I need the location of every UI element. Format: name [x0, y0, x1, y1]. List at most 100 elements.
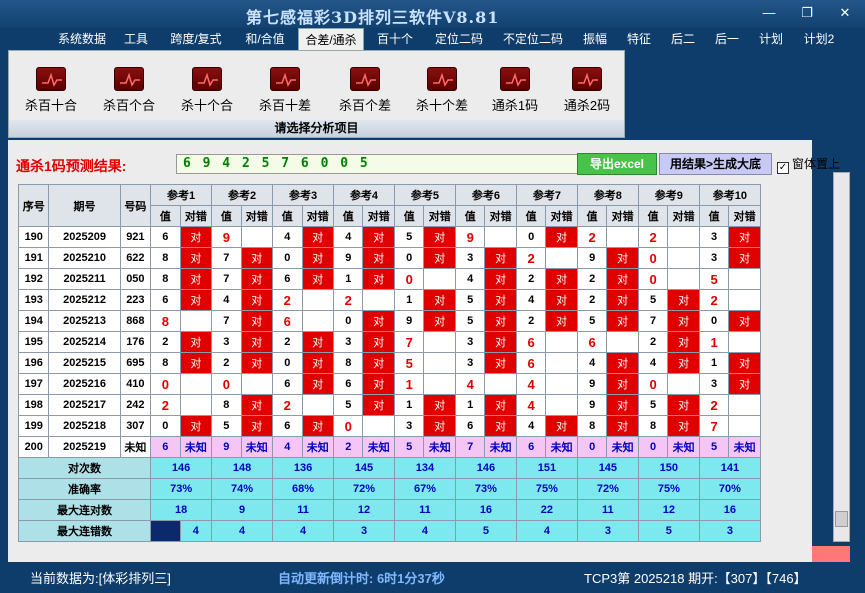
table-row[interactable]: 199 2025218 307 0 对 5 对 6 对 0 3 对 6 对 4 对 8 对 8 对 7 [17, 415, 761, 437]
ribbon-kill-bs-diff[interactable]: 杀百十差 [249, 67, 321, 114]
cell-seq: 191 [17, 247, 50, 269]
cell-hit [423, 352, 456, 374]
menu-diff-kill[interactable]: 合差/通杀 [298, 28, 364, 50]
menu-system-data[interactable]: 系统数据 [52, 28, 112, 50]
col-header-ref-3: 参考3 [272, 184, 335, 206]
cell-value: 5 [393, 352, 425, 374]
cell-hit: 对 [240, 310, 274, 332]
col-header-hit: 对错 [423, 205, 456, 227]
cell-hit: 对 [606, 394, 639, 416]
app-title: 第七感福彩3D排列三软件V8.81 [246, 8, 500, 27]
cell-hit: 对 [301, 352, 335, 374]
menu-digits[interactable]: 百十个 [372, 28, 418, 50]
stats-value: 11 [272, 499, 335, 521]
vertical-scrollbar[interactable] [833, 172, 850, 542]
table-row[interactable]: 191 2025210 622 8 对 7 对 0 对 9 对 0 对 3 对 2 9 对 0 3 对 [17, 247, 761, 269]
col-header-value: 值 [698, 205, 730, 227]
close-button[interactable]: ✕ [834, 4, 856, 22]
cell-hit: 对 [423, 415, 456, 437]
prediction-value[interactable]: 6 9 4 2 5 7 6 0 0 5 [176, 154, 582, 174]
menu-plan2[interactable]: 计划2 [798, 28, 840, 50]
table-row[interactable]: 194 2025213 868 8 7 对 6 0 对 9 对 5 对 2 对 5 对 7 对 0 对 [17, 310, 761, 332]
col-header-ref-2: 参考2 [211, 184, 274, 206]
cell-period: 2025213 [48, 310, 121, 332]
menu-sum[interactable]: 和/合值 [238, 28, 292, 50]
scrollbar-thumb[interactable] [835, 511, 848, 527]
cell-hit: 对 [240, 394, 274, 416]
col-header-hit: 对错 [484, 205, 517, 227]
cell-value: 0 [637, 436, 669, 458]
status-bar: 当前数据为:[体彩排列三] 自动更新倒计时: 6时1分37秒 TCP3第 202… [0, 563, 865, 593]
cell-seq: 190 [17, 226, 50, 248]
menu-feature[interactable]: 特征 [622, 28, 656, 50]
menu-last-two[interactable]: 后二 [666, 28, 700, 50]
cell-hit: 对 [301, 226, 335, 248]
menu-last-one[interactable]: 后一 [710, 28, 744, 50]
prediction-row[interactable]: 200 2025219 未知 6 未知 9 未知 4 未知 2 未知 5 未知 7 未知 6 未知 0 未知 0 未知 5… [17, 436, 761, 458]
table-row[interactable]: 193 2025212 223 6 对 4 对 2 2 1 对 5 对 4 对 2 对 5 对 2 [17, 289, 761, 311]
cell-hit: 对 [606, 310, 639, 332]
cell-value: 1 [454, 394, 486, 416]
ribbon-label: 杀十个合 [180, 98, 233, 113]
stats-value: 11 [576, 499, 639, 521]
cell-hit [728, 268, 761, 290]
generate-base-button[interactable]: 用结果>生成大底 [659, 153, 772, 175]
cell-value: 2 [698, 289, 730, 311]
table-row[interactable]: 195 2025214 176 2 对 3 对 2 对 3 对 7 3 对 6 6 2 对 1 [17, 331, 761, 353]
topmost-checkbox[interactable]: ✓ 窗体置上 [777, 155, 840, 174]
cell-value: 3 [698, 247, 730, 269]
cell-number: 176 [119, 331, 152, 353]
cell-value: 4 [211, 289, 242, 311]
menu-span[interactable]: 跨度/复式 [162, 28, 230, 50]
cell-hit: 对 [362, 352, 395, 374]
cell-hit [179, 394, 213, 416]
menu-amplitude[interactable]: 振幅 [578, 28, 612, 50]
cell-hit: 对 [728, 247, 761, 269]
cell-hit: 对 [484, 415, 517, 437]
ribbon-kill-1[interactable]: 通杀1码 [479, 67, 551, 114]
cell-value: 4 [515, 289, 547, 311]
cell-hit: 对 [484, 268, 517, 290]
ribbon-kill-bg-diff[interactable]: 杀百个差 [329, 67, 401, 114]
restore-button[interactable]: ❐ [796, 4, 818, 22]
col-header-hit: 对错 [606, 205, 639, 227]
cell-value: 7 [211, 310, 242, 332]
chart-line-icon [350, 67, 380, 91]
cell-value: 5 [393, 226, 425, 248]
cell-hit: 未知 [179, 436, 213, 458]
table-row[interactable]: 196 2025215 695 8 对 2 对 0 对 8 对 5 3 对 6 4 对 4 对 1 对 [17, 352, 761, 374]
ribbon-label: 通杀1码 [491, 98, 539, 113]
cell-value: 1 [698, 352, 730, 374]
table-row[interactable]: 190 2025209 921 6 对 9 4 对 4 对 5 对 9 0 对 2 2 3 对 [17, 226, 761, 248]
menu-unfixed-two[interactable]: 不定位二码 [498, 28, 568, 50]
stats-value: 12 [637, 499, 700, 521]
ribbon-kill-sg-sum[interactable]: 杀十个合 [171, 67, 243, 114]
cell-hit: 对 [484, 394, 517, 416]
stats-label: 最大连对数 [17, 499, 152, 521]
chart-line-icon [192, 67, 222, 91]
cell-value: 5 [698, 436, 730, 458]
cell-value: 1 [698, 331, 730, 353]
table-row[interactable]: 192 2025211 050 8 对 7 对 6 对 1 对 0 4 对 2 对 2 对 0 5 [17, 268, 761, 290]
table-row[interactable]: 198 2025217 242 2 8 对 2 5 对 1 对 1 对 4 9 对 5 对 2 [17, 394, 761, 416]
analysis-table: 序号 期号 号码 参考1 参考2 参考3 参考4 参考5 参考6 参考7 参考8 参考9 参考10… [17, 184, 762, 542]
ribbon-label: 杀百十差 [258, 98, 311, 113]
ribbon-kill-2[interactable]: 通杀2码 [551, 67, 623, 114]
cell-selected[interactable] [150, 520, 181, 542]
cell-hit: 对 [179, 247, 213, 269]
ribbon-kill-bg-sum[interactable]: 杀百个合 [93, 67, 165, 114]
table-row[interactable]: 197 2025216 410 0 0 6 对 6 对 1 4 4 9 对 0 3 对 [17, 373, 761, 395]
export-excel-button[interactable]: 导出excel [577, 153, 657, 175]
cell-value: 3 [698, 373, 730, 395]
minimize-button[interactable]: — [758, 4, 780, 22]
cell-hit: 对 [545, 268, 578, 290]
cell-value: 2 [576, 226, 608, 248]
ribbon-kill-bs-sum[interactable]: 杀百十合 [15, 67, 87, 114]
menu-plan[interactable]: 计划 [754, 28, 788, 50]
ribbon-caption: 请选择分析项目 [9, 120, 624, 137]
menu-tools[interactable]: 工具 [118, 28, 154, 50]
cell-period: 2025211 [48, 268, 121, 290]
cell-value: 4 [454, 373, 486, 395]
ribbon-kill-sg-diff[interactable]: 杀十个差 [406, 67, 478, 114]
menu-fixed-two[interactable]: 定位二码 [428, 28, 490, 50]
